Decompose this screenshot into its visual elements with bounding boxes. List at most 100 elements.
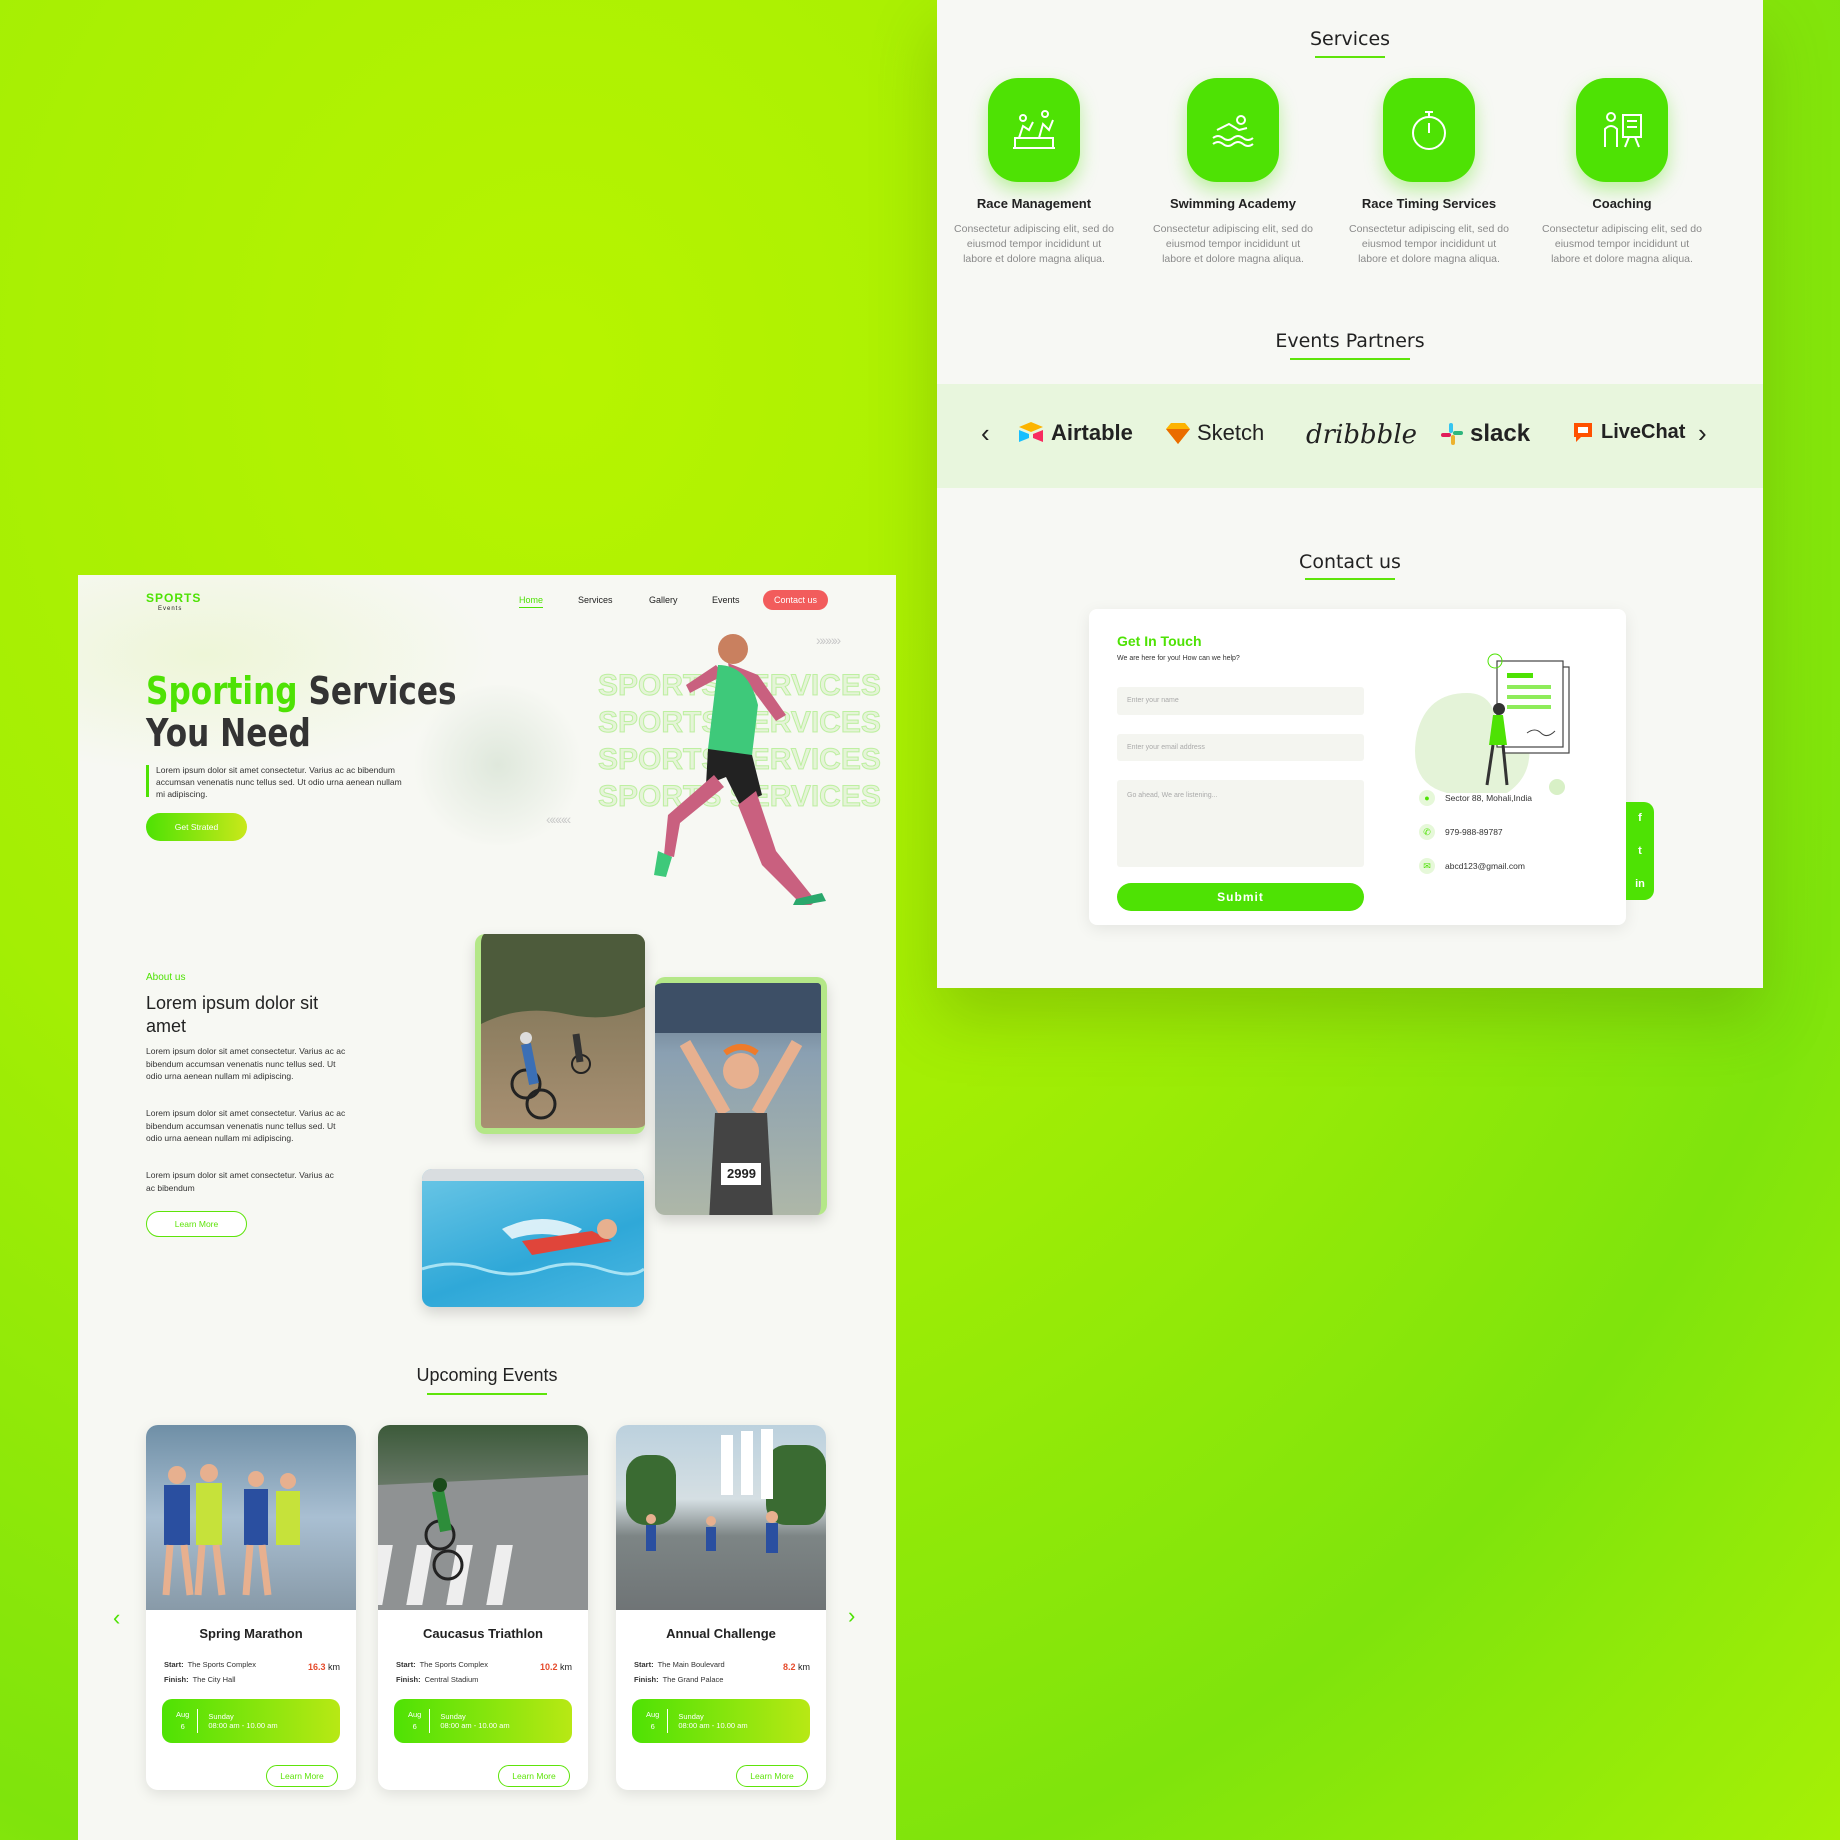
events-underline: [427, 1393, 547, 1395]
event-learn-more-button[interactable]: Learn More: [266, 1765, 338, 1787]
event-distance: 10.2 km: [539, 1662, 572, 1672]
event-photo: [616, 1425, 826, 1610]
sketch-logo-icon: [1166, 423, 1190, 444]
event-date-badge: Aug 6 Sunday 08:00 am - 10.00 am: [394, 1699, 572, 1743]
event-route: Start: The Sports Complex Finish: The City …: [164, 1660, 256, 1684]
runner-image: [654, 634, 826, 905]
event-learn-more-button[interactable]: Learn More: [498, 1765, 570, 1787]
partner-logo-airtable[interactable]: Airtable: [1017, 420, 1133, 446]
marathon-runner-photo: 2999: [655, 977, 827, 1215]
hero-text: Lorem ipsum dolor sit amet consectetur. …: [156, 765, 402, 799]
chevron-right-icon[interactable]: ›: [1698, 418, 1707, 449]
event-date-badge: Aug 6 Sunday 08:00 am - 10.00 am: [632, 1699, 810, 1743]
partner-logo-slack[interactable]: slack: [1440, 420, 1530, 448]
card-subtitle: We are here for you! How can we help?: [1117, 655, 1240, 662]
social-bar: f t in: [1626, 802, 1654, 900]
service-desc: Consectetur adipiscing elit, sed do eius…: [1153, 223, 1313, 265]
submit-button[interactable]: Submit: [1117, 883, 1364, 911]
service-desc: Consectetur adipiscing elit, sed do eius…: [954, 223, 1114, 265]
hero-shadow: [408, 685, 588, 845]
hero-title: Sporting Services You Need: [146, 669, 457, 755]
race-management-icon: [988, 78, 1080, 182]
contact-title: Contact us: [1299, 551, 1401, 573]
swimmer-photo: [422, 1169, 644, 1307]
contact-card: Get In Touch We are here for you! How ca…: [1089, 609, 1626, 925]
events-title: Upcoming Events: [416, 1365, 558, 1385]
service-name: Coaching: [1592, 196, 1652, 211]
home-page: SPORTS Events Home Services Gallery Even…: [78, 575, 896, 1840]
card-title: Get In Touch: [1117, 633, 1202, 649]
location-pin-icon: ●: [1419, 790, 1435, 806]
coach-board-icon: [1576, 78, 1668, 182]
nav-contact-button[interactable]: Contact us: [763, 590, 829, 610]
hero-text-bar: [146, 765, 149, 797]
event-card[interactable]: Spring Marathon Start: The Sports Complex…: [146, 1425, 356, 1790]
contact-phone: ✆ 979-988-89787: [1419, 824, 1503, 840]
service-name: Swimming Academy: [1170, 196, 1296, 211]
nav-services[interactable]: Services: [578, 595, 613, 605]
phone-icon: ✆: [1419, 824, 1435, 840]
partners-underline: [1290, 358, 1410, 360]
partners-title: Events Partners: [1275, 330, 1425, 352]
partner-logo-dribbble[interactable]: dribbble: [1306, 420, 1417, 450]
event-title: Annual Challenge: [666, 1626, 776, 1641]
partners-carousel: ‹ Airtable Sketch dribbble slack LiveCha…: [937, 384, 1763, 488]
swimmer-icon: [1187, 78, 1279, 182]
event-title: Caucasus Triathlon: [423, 1626, 543, 1641]
contact-email: ✉ abcd123@gmail.com: [1419, 858, 1525, 874]
email-input[interactable]: Enter your email address: [1117, 734, 1364, 761]
about-paragraph: Lorem ipsum dolor sit amet consectetur. …: [146, 1046, 346, 1081]
nav-gallery[interactable]: Gallery: [649, 595, 678, 605]
twitter-icon[interactable]: t: [1638, 845, 1642, 857]
service-card-race-management[interactable]: Race Management Consectetur adipiscing e…: [954, 78, 1114, 267]
airtable-logo-icon: [1019, 422, 1043, 442]
service-card-coaching[interactable]: Coaching Consectetur adipiscing elit, se…: [1542, 78, 1702, 267]
event-route: Start: The Sports Complex Finish: Central S…: [396, 1660, 488, 1684]
mail-icon: ✉: [1419, 858, 1435, 874]
brand-logo[interactable]: SPORTS: [146, 591, 201, 605]
slack-logo-icon: [1441, 423, 1463, 445]
chevron-left-icon[interactable]: ‹: [981, 418, 990, 449]
services-title: Services: [1309, 28, 1391, 50]
chevron-right-icon[interactable]: ›: [848, 1603, 855, 1629]
services-contact-page: Services Race Management Consectetur adi…: [937, 0, 1763, 988]
event-title: Spring Marathon: [199, 1626, 303, 1641]
about-eyebrow: About us: [146, 972, 186, 983]
service-name: Race Management: [976, 196, 1092, 211]
about-paragraph: Lorem ipsum dolor sit amet consectetur. …: [146, 1170, 334, 1193]
event-route: Start: The Main Boulevard Finish: The Grand…: [634, 1660, 725, 1684]
partner-logo-livechat[interactable]: LiveChat: [1571, 420, 1685, 444]
get-started-button[interactable]: Get Strated: [146, 813, 247, 841]
event-distance: 16.3 km: [307, 1662, 340, 1672]
about-paragraph: Lorem ipsum dolor sit amet consectetur. …: [146, 1108, 346, 1143]
nav-events[interactable]: Events: [712, 595, 740, 605]
about-learn-more-button[interactable]: Learn More: [146, 1211, 247, 1237]
service-desc: Consectetur adipiscing elit, sed do eius…: [1542, 223, 1702, 265]
contact-underline: [1305, 578, 1395, 580]
event-distance: 8.2 km: [782, 1662, 810, 1672]
event-learn-more-button[interactable]: Learn More: [736, 1765, 808, 1787]
linkedin-icon[interactable]: in: [1635, 878, 1645, 890]
stopwatch-icon: [1383, 78, 1475, 182]
livechat-logo-icon: [1574, 423, 1592, 442]
message-textarea[interactable]: Go ahead, We are listening...: [1117, 780, 1364, 867]
event-card[interactable]: Caucasus Triathlon Start: The Sports Comp…: [378, 1425, 588, 1790]
name-input[interactable]: Enter your name: [1117, 687, 1364, 715]
event-photo: [378, 1425, 588, 1610]
brand-sub: Events: [158, 606, 183, 612]
cyclists-photo: [475, 934, 645, 1134]
services-underline: [1315, 56, 1385, 58]
event-card[interactable]: Annual Challenge Start: The Main Boulevar…: [616, 1425, 826, 1790]
contact-illustration: [1415, 653, 1570, 795]
event-date-badge: Aug 6 Sunday 08:00 am - 10.00 am: [162, 1699, 340, 1743]
nav-home[interactable]: Home: [519, 595, 544, 608]
facebook-icon[interactable]: f: [1638, 812, 1642, 824]
event-photo: [146, 1425, 356, 1610]
about-title: Lorem ipsum dolor sit amet: [146, 993, 319, 1036]
service-desc: Consectetur adipiscing elit, sed do eius…: [1349, 223, 1509, 265]
service-card-swimming-academy[interactable]: Swimming Academy Consectetur adipiscing …: [1153, 78, 1313, 267]
bib-number: 2999: [727, 1166, 756, 1181]
partner-logo-sketch[interactable]: Sketch: [1165, 420, 1264, 446]
chevron-left-icon[interactable]: ‹: [113, 1605, 120, 1631]
service-card-race-timing[interactable]: Race Timing Services Consectetur adipisc…: [1349, 78, 1509, 267]
